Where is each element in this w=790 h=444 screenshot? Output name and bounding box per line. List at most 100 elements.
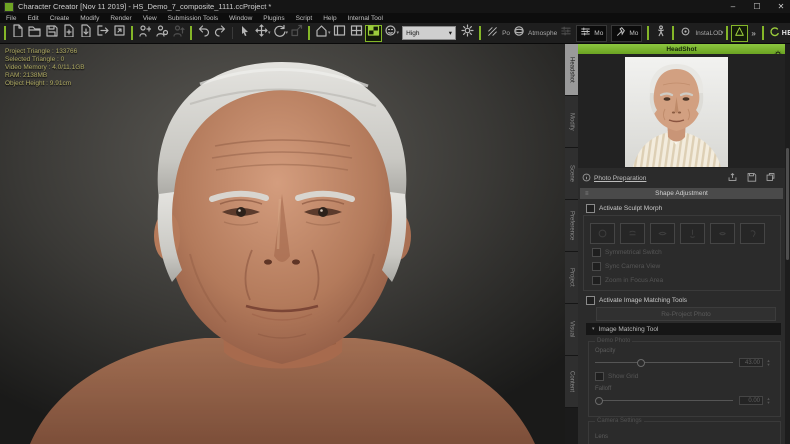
panel-checker-toggle[interactable] bbox=[364, 24, 382, 42]
tab-content[interactable]: Content bbox=[565, 356, 578, 408]
sculpt-region-head-button[interactable] bbox=[590, 223, 615, 244]
reproject-photo-label: Re-Project Photo bbox=[661, 310, 711, 318]
sliders-icon bbox=[560, 24, 572, 42]
menu-internal-tool[interactable]: Internal Tool bbox=[348, 15, 383, 22]
tab-modify[interactable]: Modify bbox=[565, 96, 578, 148]
menu-submission-tools[interactable]: Submission Tools bbox=[168, 15, 218, 22]
instalod-label[interactable]: InstaLOD bbox=[695, 30, 722, 37]
stepper-down-icon[interactable]: ▼ bbox=[767, 362, 771, 367]
shape-adjustment-header[interactable]: ≡ Shape Adjustment bbox=[580, 188, 783, 199]
3d-viewport[interactable]: Project Triangle : 133766 Selected Trian… bbox=[0, 44, 565, 444]
image-matching-tool-header[interactable]: ▾ Image Matching Tool bbox=[586, 323, 781, 335]
collapse-caret-icon: ▾ bbox=[592, 326, 595, 332]
tab-project[interactable]: Project bbox=[565, 252, 578, 304]
falloff-stepper[interactable]: ▲ ▼ bbox=[765, 396, 772, 405]
tab-visual[interactable]: Visual bbox=[565, 304, 578, 356]
open-project-button[interactable] bbox=[26, 25, 43, 42]
face-camera-caret[interactable]: ▾ bbox=[397, 30, 400, 36]
doc-import-button[interactable] bbox=[77, 24, 94, 42]
mode-button-2[interactable]: Mo bbox=[611, 24, 643, 42]
atmosphere-toggle[interactable] bbox=[510, 25, 527, 42]
sculpt-region-mouth-button[interactable] bbox=[710, 223, 735, 244]
falloff-value-field[interactable]: 0.00 bbox=[739, 396, 763, 405]
redo-button[interactable] bbox=[212, 25, 229, 42]
stat-video-memory: Video Memory : 4.0/11.1GB bbox=[5, 64, 85, 71]
tab-preference[interactable]: Preference bbox=[565, 200, 578, 252]
panel-info-toggle[interactable] bbox=[331, 25, 348, 42]
sync-camera-checkbox[interactable] bbox=[592, 262, 601, 271]
activate-sculpt-morph-checkbox[interactable] bbox=[586, 204, 595, 213]
headshot-plugin-button[interactable]: HEADSHOT bbox=[769, 24, 790, 42]
upload-photo-button[interactable] bbox=[726, 172, 739, 183]
menu-script[interactable]: Script bbox=[296, 15, 313, 22]
open-folder-icon bbox=[28, 24, 41, 42]
save-photo-button[interactable] bbox=[745, 172, 758, 183]
mode-button-1[interactable]: Mo bbox=[576, 24, 608, 42]
pose-mode-button[interactable] bbox=[652, 25, 669, 42]
create-character-button[interactable] bbox=[136, 25, 153, 42]
sculpt-region-eyes-button[interactable] bbox=[650, 223, 675, 244]
menu-file[interactable]: File bbox=[6, 15, 16, 22]
falloff-slider[interactable] bbox=[595, 396, 733, 405]
prism-tool-button[interactable] bbox=[731, 24, 749, 42]
quality-dropdown[interactable]: High ▾ bbox=[402, 26, 457, 40]
opacity-stepper[interactable]: ▲ ▼ bbox=[765, 358, 772, 367]
menu-edit[interactable]: Edit bbox=[27, 15, 38, 22]
panel-scrollbar[interactable] bbox=[785, 44, 790, 444]
opacity-slider-handle[interactable] bbox=[637, 359, 645, 367]
photo-preparation-link[interactable]: Photo Preparation bbox=[594, 175, 646, 182]
toolbar-divider bbox=[232, 27, 233, 39]
scale-tool-button[interactable] bbox=[288, 24, 305, 42]
symmetrical-switch-checkbox[interactable] bbox=[592, 248, 601, 257]
menu-window[interactable]: Window bbox=[229, 15, 252, 22]
close-button[interactable]: ✕ bbox=[776, 2, 786, 11]
atmosphere-label[interactable]: Atmosphe bbox=[528, 30, 557, 37]
falloff-slider-handle[interactable] bbox=[595, 397, 603, 405]
panel-grid-toggle[interactable] bbox=[348, 25, 365, 42]
toolbar-overflow-chevron[interactable]: » bbox=[751, 29, 755, 38]
scene-manager-button[interactable] bbox=[557, 25, 574, 42]
tab-headshot[interactable]: Headshot bbox=[565, 44, 578, 96]
morph-character-button[interactable] bbox=[153, 25, 170, 42]
select-tool-button[interactable] bbox=[236, 25, 253, 42]
opacity-slider[interactable] bbox=[595, 358, 733, 367]
symmetrical-switch-label: Symmetrical Switch bbox=[605, 249, 662, 256]
opacity-value-field[interactable]: 43.00 bbox=[739, 358, 763, 367]
menu-plugins[interactable]: Plugins bbox=[263, 15, 284, 22]
character-creator-window: Character Creator [Nov 11 2019] - HS_Dem… bbox=[0, 0, 790, 444]
sculpt-region-nose-button[interactable] bbox=[680, 223, 705, 244]
stat-ram: RAM: 2138MB bbox=[5, 72, 48, 79]
pbr-slash-icon bbox=[487, 24, 498, 42]
tab-scene[interactable]: Scene bbox=[565, 148, 578, 200]
minimize-button[interactable]: – bbox=[728, 2, 738, 11]
menu-view[interactable]: View bbox=[143, 15, 157, 22]
new-project-button[interactable] bbox=[9, 24, 26, 42]
sculpt-region-forehead-button[interactable] bbox=[620, 223, 645, 244]
pose-character-button[interactable] bbox=[170, 25, 187, 42]
pbr-label[interactable]: Po bbox=[502, 30, 510, 37]
undo-button[interactable] bbox=[195, 25, 212, 42]
maximize-button[interactable]: ☐ bbox=[752, 2, 762, 11]
preview-light-button[interactable] bbox=[459, 24, 476, 42]
export-button[interactable] bbox=[94, 25, 111, 42]
reference-photo[interactable] bbox=[625, 57, 728, 167]
sculpt-region-ear-button[interactable] bbox=[740, 223, 765, 244]
sync-camera-row: Sync Camera View bbox=[592, 262, 660, 271]
menu-render[interactable]: Render bbox=[110, 15, 131, 22]
pbr-toggle[interactable] bbox=[484, 25, 501, 42]
reproject-photo-button[interactable]: Re-Project Photo bbox=[596, 307, 776, 321]
show-grid-checkbox[interactable] bbox=[595, 372, 604, 381]
zoom-focus-checkbox[interactable] bbox=[592, 276, 601, 285]
menu-help[interactable]: Help bbox=[323, 15, 336, 22]
instalod-button[interactable] bbox=[677, 25, 694, 42]
compare-photo-button[interactable] bbox=[764, 172, 777, 183]
save-project-button[interactable] bbox=[43, 25, 60, 42]
stepper-down-icon[interactable]: ▼ bbox=[767, 400, 771, 405]
capture-button[interactable] bbox=[111, 25, 128, 42]
instalod-caret[interactable]: ▾ bbox=[721, 30, 724, 36]
menu-create[interactable]: Create bbox=[50, 15, 70, 22]
activate-image-matching-checkbox[interactable] bbox=[586, 296, 595, 305]
doc-plus-button[interactable] bbox=[60, 24, 77, 42]
menu-modify[interactable]: Modify bbox=[80, 15, 99, 22]
scrollbar-thumb[interactable] bbox=[786, 148, 789, 260]
